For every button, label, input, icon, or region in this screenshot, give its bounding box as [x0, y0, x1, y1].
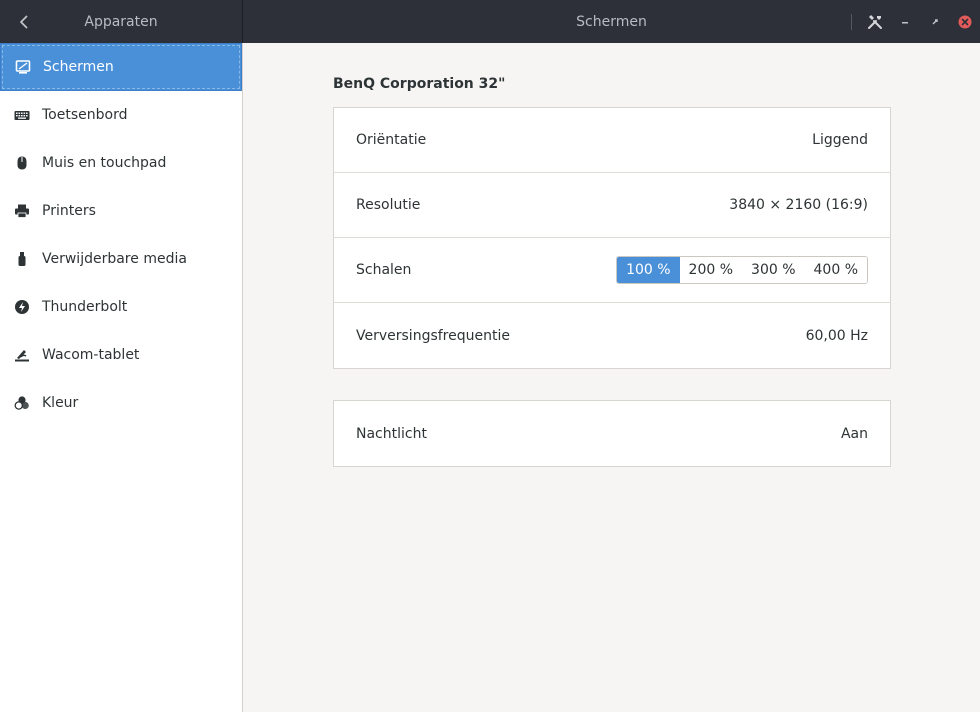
color-icon: [14, 395, 30, 411]
sidebar-item-thunderbolt[interactable]: Thunderbolt: [0, 283, 242, 331]
nightlight-value: Aan: [840, 425, 868, 442]
nightlight-row[interactable]: Nachtlicht Aan: [334, 401, 890, 466]
tablet-icon: [14, 347, 30, 363]
sidebar-item-verwijderbare-media[interactable]: Verwijderbare media: [0, 235, 242, 283]
maximize-button[interactable]: [920, 0, 950, 43]
scale-200-button[interactable]: 200 %: [679, 257, 743, 283]
sidebar-item-schermen[interactable]: Schermen: [0, 43, 242, 91]
scale-label: Schalen: [356, 262, 412, 278]
keyboard-icon: [14, 107, 30, 123]
scale-selector: 100 % 200 % 300 % 400 %: [616, 256, 868, 284]
main-content: BenQ Corporation 32" Oriëntatie Liggend …: [243, 43, 980, 712]
scale-row: Schalen 100 % 200 % 300 % 400 %: [334, 238, 890, 303]
display-icon: [15, 59, 31, 75]
orientation-value: Liggend: [812, 132, 868, 148]
monitor-title: BenQ Corporation 32": [333, 76, 506, 92]
header-separator: [851, 13, 852, 30]
sidebar-item-label: Wacom-tablet: [42, 347, 140, 363]
orientation-label: Oriëntatie: [356, 132, 427, 148]
scale-300-button[interactable]: 300 %: [742, 257, 805, 283]
resolution-label: Resolutie: [356, 197, 421, 213]
sidebar-item-toetsenbord[interactable]: Toetsenbord: [0, 91, 242, 139]
sidebar-item-label: Muis en touchpad: [42, 155, 167, 171]
back-button[interactable]: [0, 0, 48, 43]
chevron-left-icon: [20, 15, 28, 28]
thunderbolt-icon: [14, 299, 30, 315]
maximize-icon: [932, 18, 938, 24]
minimize-button[interactable]: [890, 0, 920, 43]
sidebar-item-label: Schermen: [43, 59, 114, 75]
header-left: Apparaten: [0, 0, 243, 43]
refresh-rate-value: 60,00 Hz: [805, 327, 868, 344]
nightlight-card: Nachtlicht Aan: [333, 400, 891, 467]
tools-icon: [868, 14, 882, 29]
header-bar: Apparaten Schermen: [0, 0, 980, 43]
sidebar-item-label: Verwijderbare media: [42, 251, 187, 267]
sidebar-item-label: Thunderbolt: [42, 299, 128, 315]
sidebar-item-label: Printers: [42, 203, 96, 219]
nightlight-label: Nachtlicht: [356, 425, 427, 442]
sidebar-item-kleur[interactable]: Kleur: [0, 379, 242, 427]
orientation-row[interactable]: Oriëntatie Liggend: [334, 108, 890, 173]
mouse-icon: [14, 155, 30, 171]
resolution-value: 3840 × 2160 (16:9): [729, 197, 868, 213]
sidebar-item-label: Kleur: [42, 395, 79, 411]
close-icon: [958, 15, 972, 28]
minimize-icon: [902, 21, 908, 23]
resolution-row[interactable]: Resolutie 3840 × 2160 (16:9): [334, 173, 890, 238]
tools-button[interactable]: [860, 0, 890, 43]
refresh-rate-label: Verversingsfrequentie: [356, 327, 510, 344]
window-controls: [851, 0, 980, 43]
usb-drive-icon: [14, 251, 30, 267]
sidebar-item-label: Toetsenbord: [42, 107, 128, 123]
sidebar-item-wacom-tablet[interactable]: Wacom-tablet: [0, 331, 242, 379]
scale-100-button[interactable]: 100 %: [617, 257, 680, 283]
close-button[interactable]: [950, 0, 980, 43]
sidebar-item-printers[interactable]: Printers: [0, 187, 242, 235]
sidebar: Schermen Toetsenbord Muis en touchpad Pr…: [0, 43, 243, 712]
display-settings-card: Oriëntatie Liggend Resolutie 3840 × 2160…: [333, 107, 891, 369]
printer-icon: [14, 203, 30, 219]
scale-400-button[interactable]: 400 %: [804, 257, 867, 283]
sidebar-item-muis-en-touchpad[interactable]: Muis en touchpad: [0, 139, 242, 187]
refresh-rate-row[interactable]: Verversingsfrequentie 60,00 Hz: [334, 303, 890, 368]
